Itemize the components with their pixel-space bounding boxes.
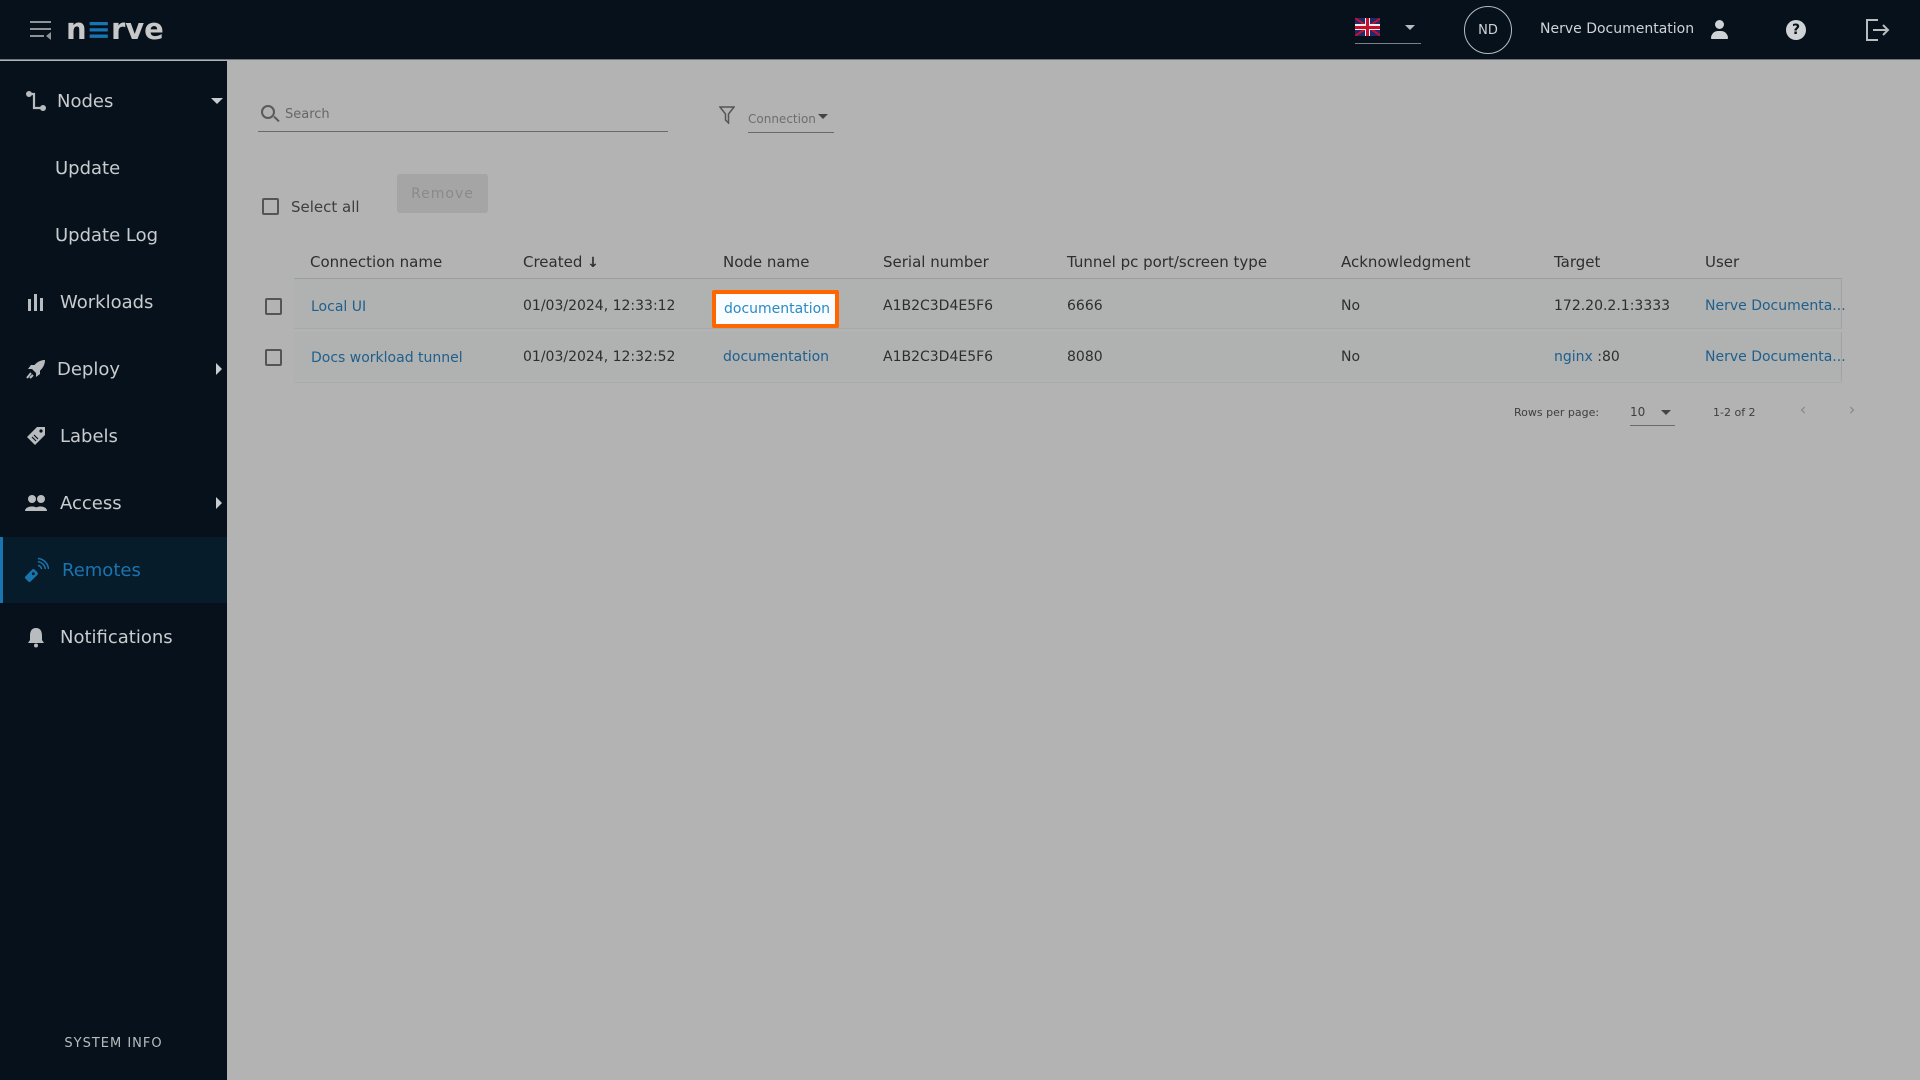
- column-header-created[interactable]: Created ↓: [523, 253, 599, 271]
- sidebar-item-label: Update Log: [55, 224, 159, 246]
- target-cell: nginx :80: [1554, 349, 1620, 365]
- column-header-node-name[interactable]: Node name: [723, 253, 809, 271]
- remotes-page: Connection Select all Remove Connection …: [227, 61, 1920, 1080]
- user-link[interactable]: Nerve Documenta...: [1705, 349, 1846, 365]
- top-bar: n≡rve ND Nerve Documentation ?: [0, 0, 1920, 60]
- sidebar-item-label: Update: [55, 157, 121, 179]
- workloads-icon: [24, 290, 48, 314]
- select-all-label: Select all: [291, 198, 360, 216]
- remote-icon: [25, 557, 49, 582]
- help-icon[interactable]: ?: [1786, 20, 1806, 40]
- nodes-icon: [24, 89, 48, 113]
- column-header-label: Created: [523, 253, 583, 271]
- chevron-right-icon: [216, 363, 222, 375]
- connection-filter-select[interactable]: Connection: [748, 105, 834, 133]
- row-divider: [294, 382, 1842, 383]
- bell-icon: [24, 625, 48, 649]
- node-name-link[interactable]: documentation: [724, 301, 830, 317]
- row-checkbox[interactable]: [265, 349, 282, 366]
- sidebar-item-deploy[interactable]: Deploy: [0, 336, 227, 402]
- sidebar-item-label: Notifications: [60, 626, 173, 648]
- menu-toggle-icon[interactable]: [30, 21, 52, 40]
- created-cell: 01/03/2024, 12:33:12: [523, 298, 676, 314]
- search-input[interactable]: [285, 103, 655, 125]
- user-profile-icon[interactable]: [1710, 20, 1728, 40]
- node-name-link-highlighted[interactable]: documentation: [712, 290, 839, 328]
- column-header-target[interactable]: Target: [1554, 253, 1600, 271]
- remove-button[interactable]: Remove: [397, 174, 488, 213]
- target-workload-link[interactable]: nginx: [1554, 349, 1593, 365]
- column-header-tunnel-port[interactable]: Tunnel pc port/screen type: [1067, 253, 1267, 271]
- previous-page-button[interactable]: ‹: [1793, 400, 1813, 420]
- sidebar-item-label: Deploy: [57, 358, 121, 380]
- column-header-connection-name[interactable]: Connection name: [310, 253, 442, 271]
- chevron-down-icon: [1405, 25, 1415, 30]
- nerve-logo: n≡rve: [66, 12, 164, 46]
- users-icon: [24, 491, 48, 515]
- chevron-down-icon: [1661, 410, 1671, 415]
- target-cell: 172.20.2.1:3333: [1554, 298, 1671, 314]
- created-cell: 01/03/2024, 12:32:52: [523, 349, 676, 365]
- serial-number-cell: A1B2C3D4E5F6: [883, 349, 994, 365]
- next-page-button[interactable]: ›: [1842, 400, 1862, 420]
- language-select[interactable]: [1355, 16, 1421, 44]
- sidebar-item-update-log[interactable]: Update Log: [0, 202, 227, 268]
- connection-name-link[interactable]: Docs workload tunnel: [311, 350, 463, 366]
- rows-per-page-label: Rows per page:: [1514, 406, 1600, 419]
- port-cell: 6666: [1067, 298, 1103, 314]
- user-link[interactable]: Nerve Documenta...: [1705, 298, 1846, 314]
- column-header-user[interactable]: User: [1705, 253, 1739, 271]
- filter-label: Connection: [748, 112, 816, 126]
- rows-per-page-select[interactable]: 10: [1630, 398, 1675, 426]
- username-label: Nerve Documentation: [1540, 21, 1695, 37]
- sidebar-item-label: Labels: [60, 425, 118, 447]
- uk-flag-icon: [1355, 18, 1380, 36]
- sidebar-item-label: Nodes: [57, 90, 114, 112]
- sidebar-item-label: Access: [60, 492, 122, 514]
- sidebar-item-label: Remotes: [62, 559, 141, 581]
- chevron-down-icon: [818, 114, 828, 119]
- tag-icon: [24, 424, 48, 448]
- search-icon: [261, 105, 275, 119]
- row-divider: [294, 328, 1842, 329]
- connection-name-link[interactable]: Local UI: [311, 299, 366, 315]
- avatar[interactable]: ND: [1464, 6, 1512, 54]
- select-all-checkbox[interactable]: [262, 198, 279, 215]
- sort-arrow-down-icon: ↓: [587, 255, 599, 271]
- chevron-down-icon: [211, 98, 223, 104]
- column-header-acknowledgment[interactable]: Acknowledgment: [1341, 253, 1471, 271]
- port-cell: 8080: [1067, 349, 1103, 365]
- row-checkbox[interactable]: [265, 298, 282, 315]
- acknowledgment-cell: No: [1341, 298, 1361, 314]
- sidebar-item-labels[interactable]: Labels: [0, 403, 227, 469]
- sidebar-item-workloads[interactable]: Workloads: [0, 269, 227, 335]
- acknowledgment-cell: No: [1341, 349, 1361, 365]
- sidebar-item-nodes[interactable]: Nodes: [0, 68, 227, 134]
- logout-icon[interactable]: [1864, 18, 1890, 42]
- sidebar-item-update[interactable]: Update: [0, 135, 227, 201]
- column-header-serial-number[interactable]: Serial number: [883, 253, 989, 271]
- sidebar-item-label: Workloads: [60, 291, 154, 313]
- target-port: :80: [1592, 349, 1620, 365]
- rows-per-page-value: 10: [1630, 405, 1646, 419]
- node-name-link[interactable]: documentation: [723, 349, 829, 365]
- system-info-link[interactable]: SYSTEM INFO: [0, 1036, 227, 1051]
- filter-icon: [719, 106, 735, 124]
- sidebar-item-remotes[interactable]: Remotes: [0, 537, 227, 603]
- search-field[interactable]: [258, 97, 668, 132]
- chevron-right-icon: [216, 497, 222, 509]
- rocket-icon: [24, 357, 48, 381]
- serial-number-cell: A1B2C3D4E5F6: [883, 298, 994, 314]
- pagination-range: 1-2 of 2: [1713, 406, 1756, 419]
- sidebar-item-access[interactable]: Access: [0, 470, 227, 536]
- sidebar-item-notifications[interactable]: Notifications: [0, 604, 227, 670]
- sidebar: Nodes Update Update Log Workloads Deploy…: [0, 61, 227, 1080]
